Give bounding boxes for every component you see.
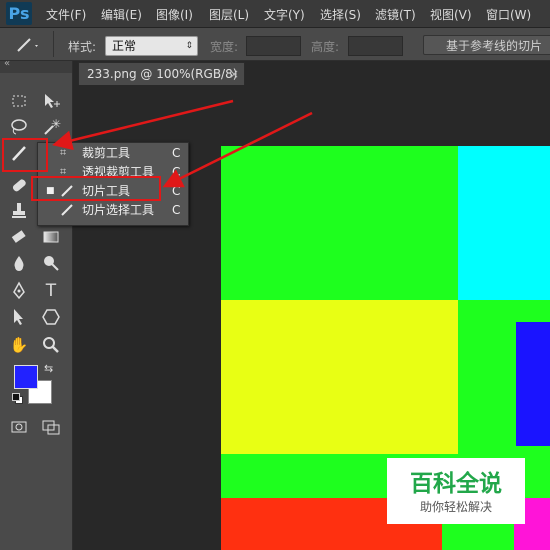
arrow-to-slice-tool [52,99,234,151]
arrow-to-slice-item [162,111,313,188]
watermark-subtitle: 助你轻松解决 [419,500,492,514]
watermark-logo: 百科全说 助你轻松解决 [387,458,525,524]
watermark-title: 百科全说 [410,471,502,497]
